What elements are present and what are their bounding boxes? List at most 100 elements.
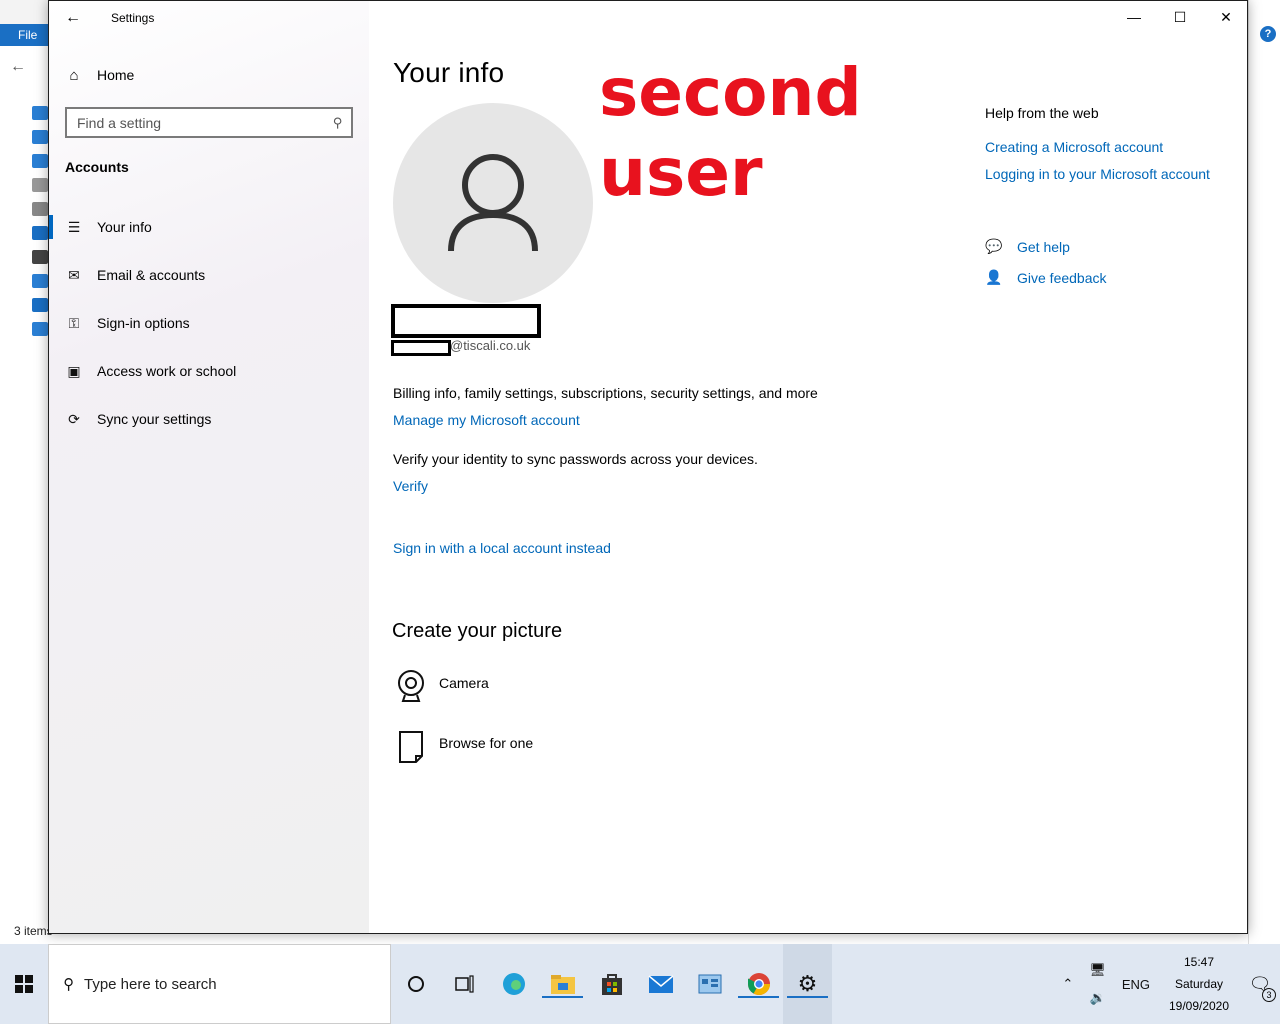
chat-help-icon: 💬: [985, 238, 1003, 254]
redacted-user-name: [391, 304, 541, 338]
person-card-icon: ☰: [67, 218, 81, 235]
accounts-nav-list: ☰ Your info ✉ Email & accounts ⚿ Sign-in…: [49, 203, 369, 443]
key-icon: ⚿: [68, 314, 80, 331]
documents-icon[interactable]: [32, 178, 48, 192]
explorer-quick-access-toolbar[interactable]: [0, 0, 48, 26]
get-help-action[interactable]: 💬 Get help: [985, 231, 1107, 262]
pictures-icon[interactable]: [32, 202, 48, 216]
notification-count-badge: 3: [1262, 988, 1276, 1002]
this-pc-icon[interactable]: [32, 322, 48, 336]
nav-home-label: Home: [97, 67, 135, 83]
sidebar-item-your-info[interactable]: ☰ Your info: [49, 203, 369, 251]
mail-icon: [648, 975, 673, 993]
browse-label: Browse for one: [439, 735, 534, 751]
back-arrow-icon[interactable]: ←: [65, 9, 85, 27]
clock-date: 19/09/2020: [1168, 999, 1230, 1013]
taskbar-chrome[interactable]: [734, 944, 783, 1024]
sidebar-item-label: Sync your settings: [97, 411, 212, 427]
sidebar-item-label: Sign-in options: [97, 315, 190, 331]
home-icon: ⌂: [69, 66, 79, 84]
redacted-email-prefix: [391, 340, 451, 356]
find-setting-input[interactable]: [77, 114, 334, 131]
taskbar-mail[interactable]: [636, 944, 685, 1024]
sidebar-item-access-work[interactable]: ▣ Access work or school: [49, 347, 369, 395]
nav-home[interactable]: ⌂ Home: [65, 63, 353, 87]
taskbar-file-explorer[interactable]: [538, 944, 587, 1024]
system-tray: ⌃ 🖥 🔉 ENG 15:47 Saturday 19/09/2020 🗨 3: [1054, 944, 1280, 1024]
edge-icon: [502, 973, 525, 995]
find-setting-search[interactable]: ⚲: [65, 107, 353, 138]
taskbar-search-box[interactable]: ⚲ Type here to search: [48, 944, 391, 1024]
billing-info-text: Billing info, family settings, subscript…: [393, 385, 818, 401]
envelope-icon: ✉: [68, 266, 80, 283]
help-heading: Help from the web: [985, 105, 1099, 121]
windows-logo-icon: [15, 975, 33, 993]
minimize-button[interactable]: —: [1111, 1, 1157, 33]
start-button[interactable]: [0, 944, 48, 1024]
camera-option[interactable]: Camera: [393, 669, 489, 705]
camera-label: Camera: [439, 675, 489, 691]
local-account-link[interactable]: Sign in with a local account instead: [393, 540, 611, 556]
explorer-back-icon[interactable]: ←: [10, 58, 26, 76]
videos-icon[interactable]: [32, 250, 48, 264]
explorer-nav-pane: [20, 106, 48, 346]
avatar: [393, 103, 593, 303]
taskbar-control-panel[interactable]: [685, 944, 734, 1024]
chrome-icon: [747, 973, 770, 995]
network-icon[interactable]: 🖥: [1089, 962, 1106, 978]
file-tab[interactable]: File: [0, 24, 48, 46]
explorer-right-edge: ?: [1248, 0, 1280, 944]
sidebar-item-sync-settings[interactable]: ⟳ Sync your settings: [49, 395, 369, 443]
dropbox-icon[interactable]: [32, 274, 48, 288]
settings-window: ← Settings ⌂ Home ⚲ Accounts ☰ Your info…: [48, 0, 1248, 934]
close-button[interactable]: ✕: [1203, 1, 1247, 33]
gear-icon: ⚙: [797, 971, 818, 996]
quick-access-icon[interactable]: [32, 106, 48, 120]
help-link-creating-account[interactable]: Creating a Microsoft account: [985, 139, 1245, 155]
search-icon[interactable]: ⚲: [333, 115, 343, 131]
explorer-status-bar: 3 items: [14, 924, 53, 938]
sidebar-item-label: Access work or school: [97, 363, 237, 379]
help-from-web: Help from the web Creating a Microsoft a…: [985, 105, 1245, 193]
desktop-icon[interactable]: [32, 130, 48, 144]
clock-time: 15:47: [1183, 955, 1215, 969]
taskbar-search-placeholder: Type here to search: [84, 975, 217, 993]
window-title: Settings: [111, 11, 155, 25]
task-view-button[interactable]: [440, 944, 489, 1024]
action-center-button[interactable]: 🗨 3: [1240, 944, 1280, 1024]
give-feedback-link[interactable]: Give feedback: [1017, 270, 1107, 286]
volume-icon[interactable]: 🔉: [1089, 990, 1105, 1006]
cortana-icon: [407, 976, 424, 992]
downloads-icon[interactable]: [32, 154, 48, 168]
email-suffix: @tiscali.co.uk: [450, 338, 531, 353]
cortana-button[interactable]: [391, 944, 440, 1024]
taskbar-settings[interactable]: ⚙: [783, 944, 832, 1024]
verify-link[interactable]: Verify: [393, 478, 428, 494]
create-picture-heading: Create your picture: [392, 620, 563, 642]
help-link-logging-in[interactable]: Logging in to your Microsoft account: [985, 166, 1245, 182]
search-icon: ⚲: [63, 976, 74, 993]
sync-icon: ⟳: [68, 410, 80, 427]
language-indicator[interactable]: ENG: [1122, 977, 1150, 992]
help-actions: 💬 Get help 👤 Give feedback: [985, 231, 1107, 293]
give-feedback-action[interactable]: 👤 Give feedback: [985, 262, 1107, 293]
section-heading-accounts: Accounts: [65, 159, 129, 175]
get-help-link[interactable]: Get help: [1017, 239, 1070, 255]
sidebar-item-email-accounts[interactable]: ✉ Email & accounts: [49, 251, 369, 299]
file-explorer-icon: [550, 975, 575, 994]
briefcase-icon: ▣: [67, 362, 81, 379]
show-hidden-icons-chevron-icon[interactable]: ⌃: [1062, 976, 1073, 992]
help-icon[interactable]: ?: [1260, 26, 1276, 42]
window-controls: — ☐ ✕: [1111, 1, 1247, 33]
music-icon[interactable]: [32, 226, 48, 240]
manage-account-link[interactable]: Manage my Microsoft account: [393, 412, 580, 428]
maximize-button[interactable]: ☐: [1157, 1, 1203, 33]
onedrive-icon[interactable]: [32, 298, 48, 312]
taskbar-store[interactable]: [587, 944, 636, 1024]
browse-option[interactable]: Browse for one: [393, 729, 533, 765]
sidebar-item-sign-in-options[interactable]: ⚿ Sign-in options: [49, 299, 369, 347]
user-silhouette-icon: [448, 154, 538, 252]
taskbar-clock[interactable]: 15:47 Saturday 19/09/2020: [1164, 951, 1234, 1017]
taskbar-edge[interactable]: [489, 944, 538, 1024]
tray-network-volume: 🖥 🔉: [1081, 962, 1114, 1006]
